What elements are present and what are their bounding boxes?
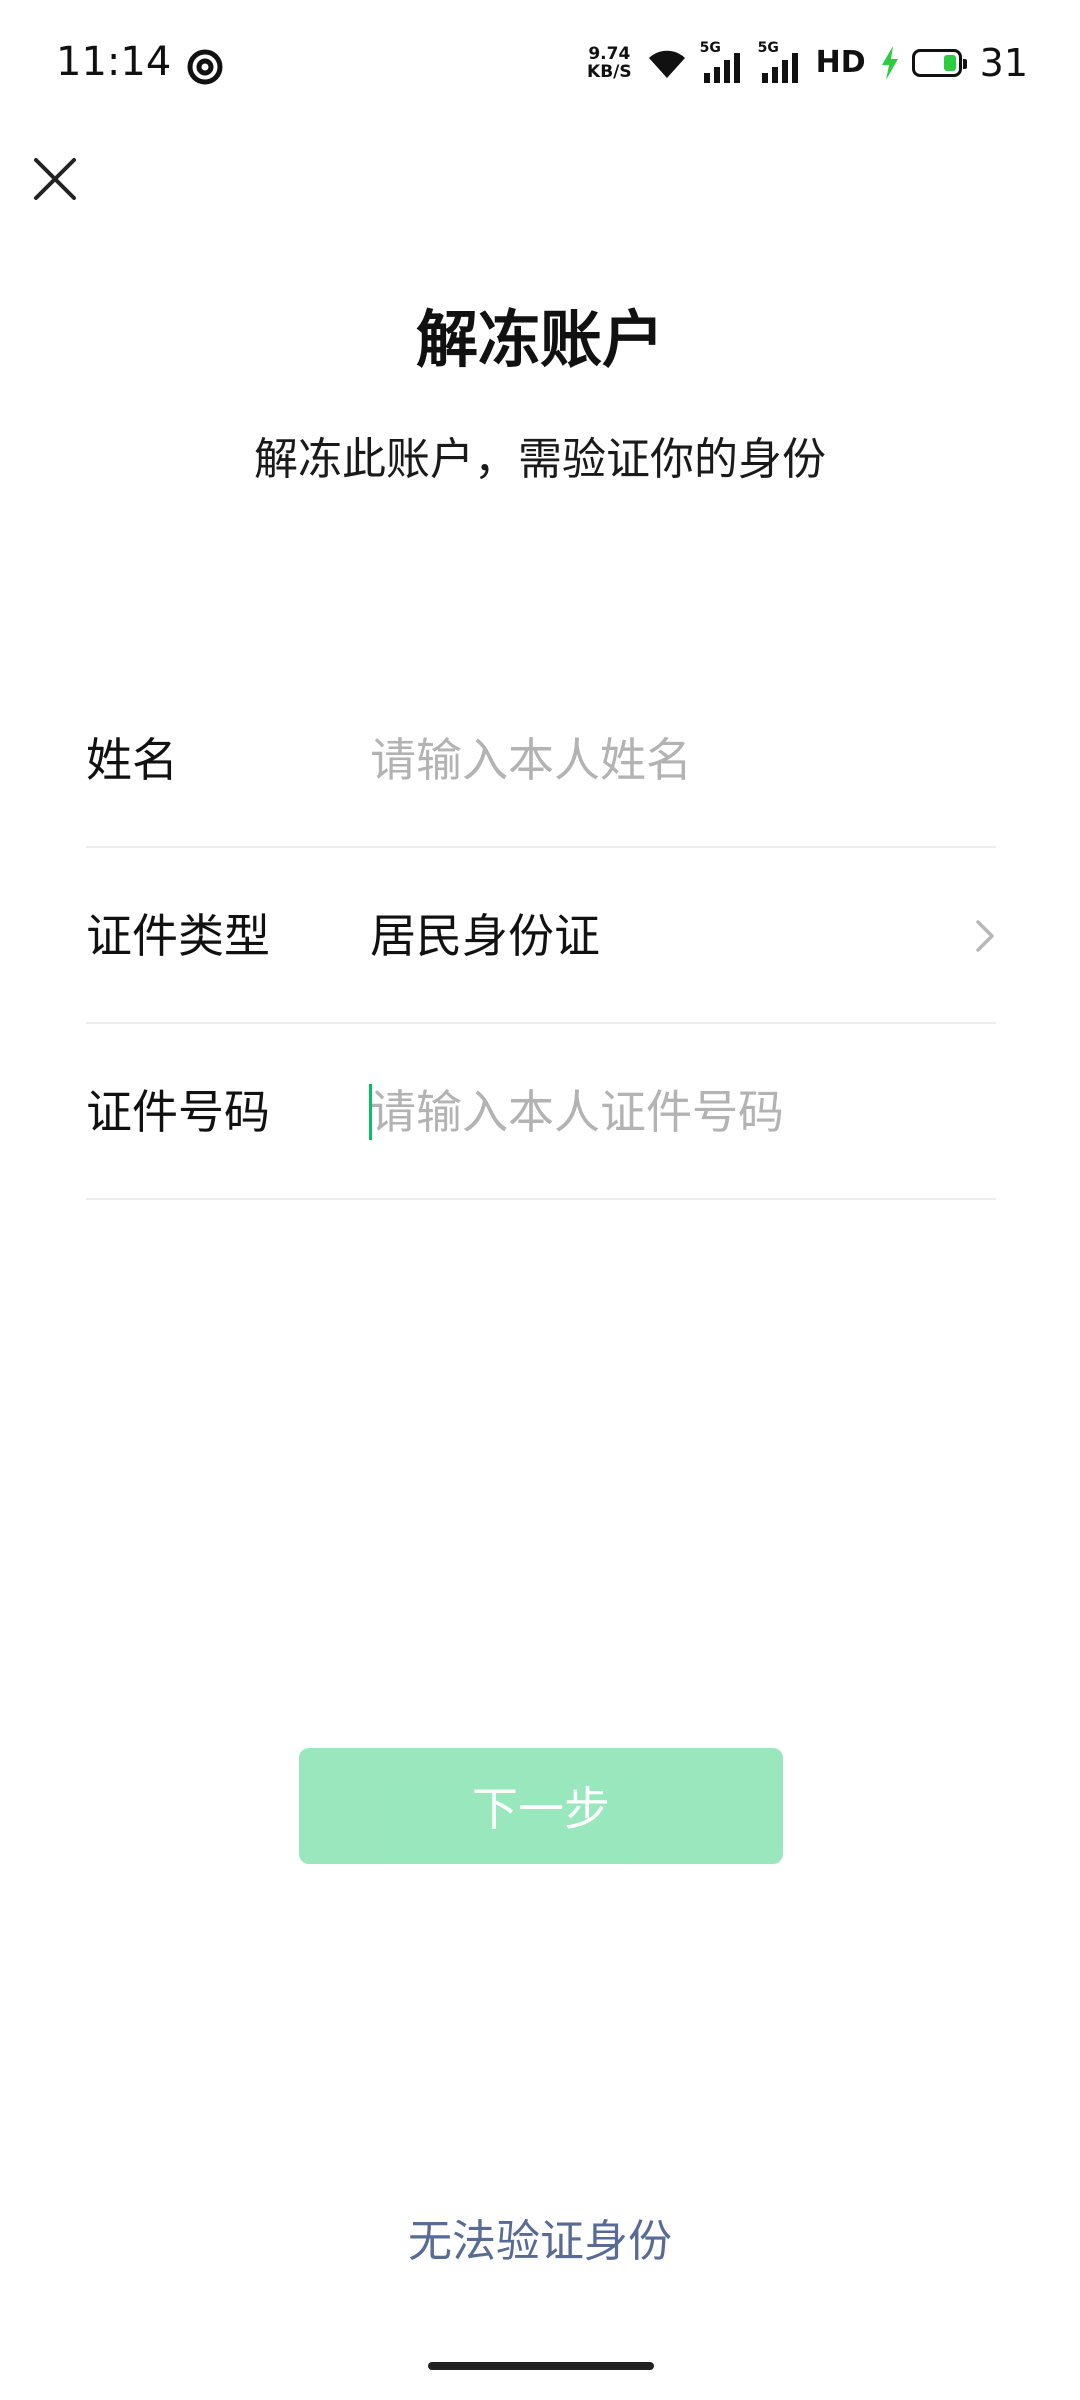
status-indicators: 9.74 KB/S 5G 5G HD 31 (587, 38, 1028, 88)
signal-1: 5G (700, 41, 746, 83)
id-type-label: 证件类型 (86, 909, 270, 963)
id-number-input[interactable] (370, 1074, 970, 1150)
identity-form: 姓名 证件类型 居民身份证 证件号码 (86, 672, 996, 1200)
id-number-label: 证件号码 (86, 1085, 270, 1139)
id-type-row[interactable]: 证件类型 居民身份证 (86, 848, 996, 1024)
cannot-verify-link[interactable]: 无法验证身份 (0, 2212, 1080, 2272)
hd-label: HD (815, 45, 866, 80)
chevron-right-icon (976, 920, 994, 952)
close-icon[interactable] (26, 150, 84, 208)
battery-level: 31 (979, 41, 1028, 85)
status-bar: 11:14 9.74 KB/S 5G 5G HD 31 (0, 0, 1080, 126)
id-number-row: 证件号码 (86, 1024, 996, 1200)
battery-fill (943, 55, 956, 71)
name-input[interactable] (370, 722, 970, 798)
page-title: 解冻账户 (415, 303, 664, 376)
signal-icon (761, 53, 798, 83)
wifi-icon (648, 50, 685, 78)
text-cursor (369, 1084, 372, 1140)
charging-icon (881, 46, 898, 80)
target-icon (187, 49, 223, 85)
signal-icon (703, 53, 740, 83)
net-speed: 9.74 KB/S (587, 45, 632, 81)
name-label: 姓名 (86, 733, 178, 787)
battery-icon (911, 49, 967, 77)
net-speed-unit: KB/S (587, 62, 632, 82)
status-time: 11:14 (56, 39, 172, 85)
next-button[interactable]: 下一步 (299, 1748, 783, 1864)
name-row: 姓名 (86, 672, 996, 848)
id-type-value: 居民身份证 (370, 909, 600, 963)
home-indicator[interactable] (428, 2362, 654, 2370)
signal-2: 5G (758, 41, 804, 83)
page-subtitle: 解冻此账户，需验证你的身份 (254, 434, 826, 485)
net-speed-value: 9.74 (588, 44, 631, 64)
